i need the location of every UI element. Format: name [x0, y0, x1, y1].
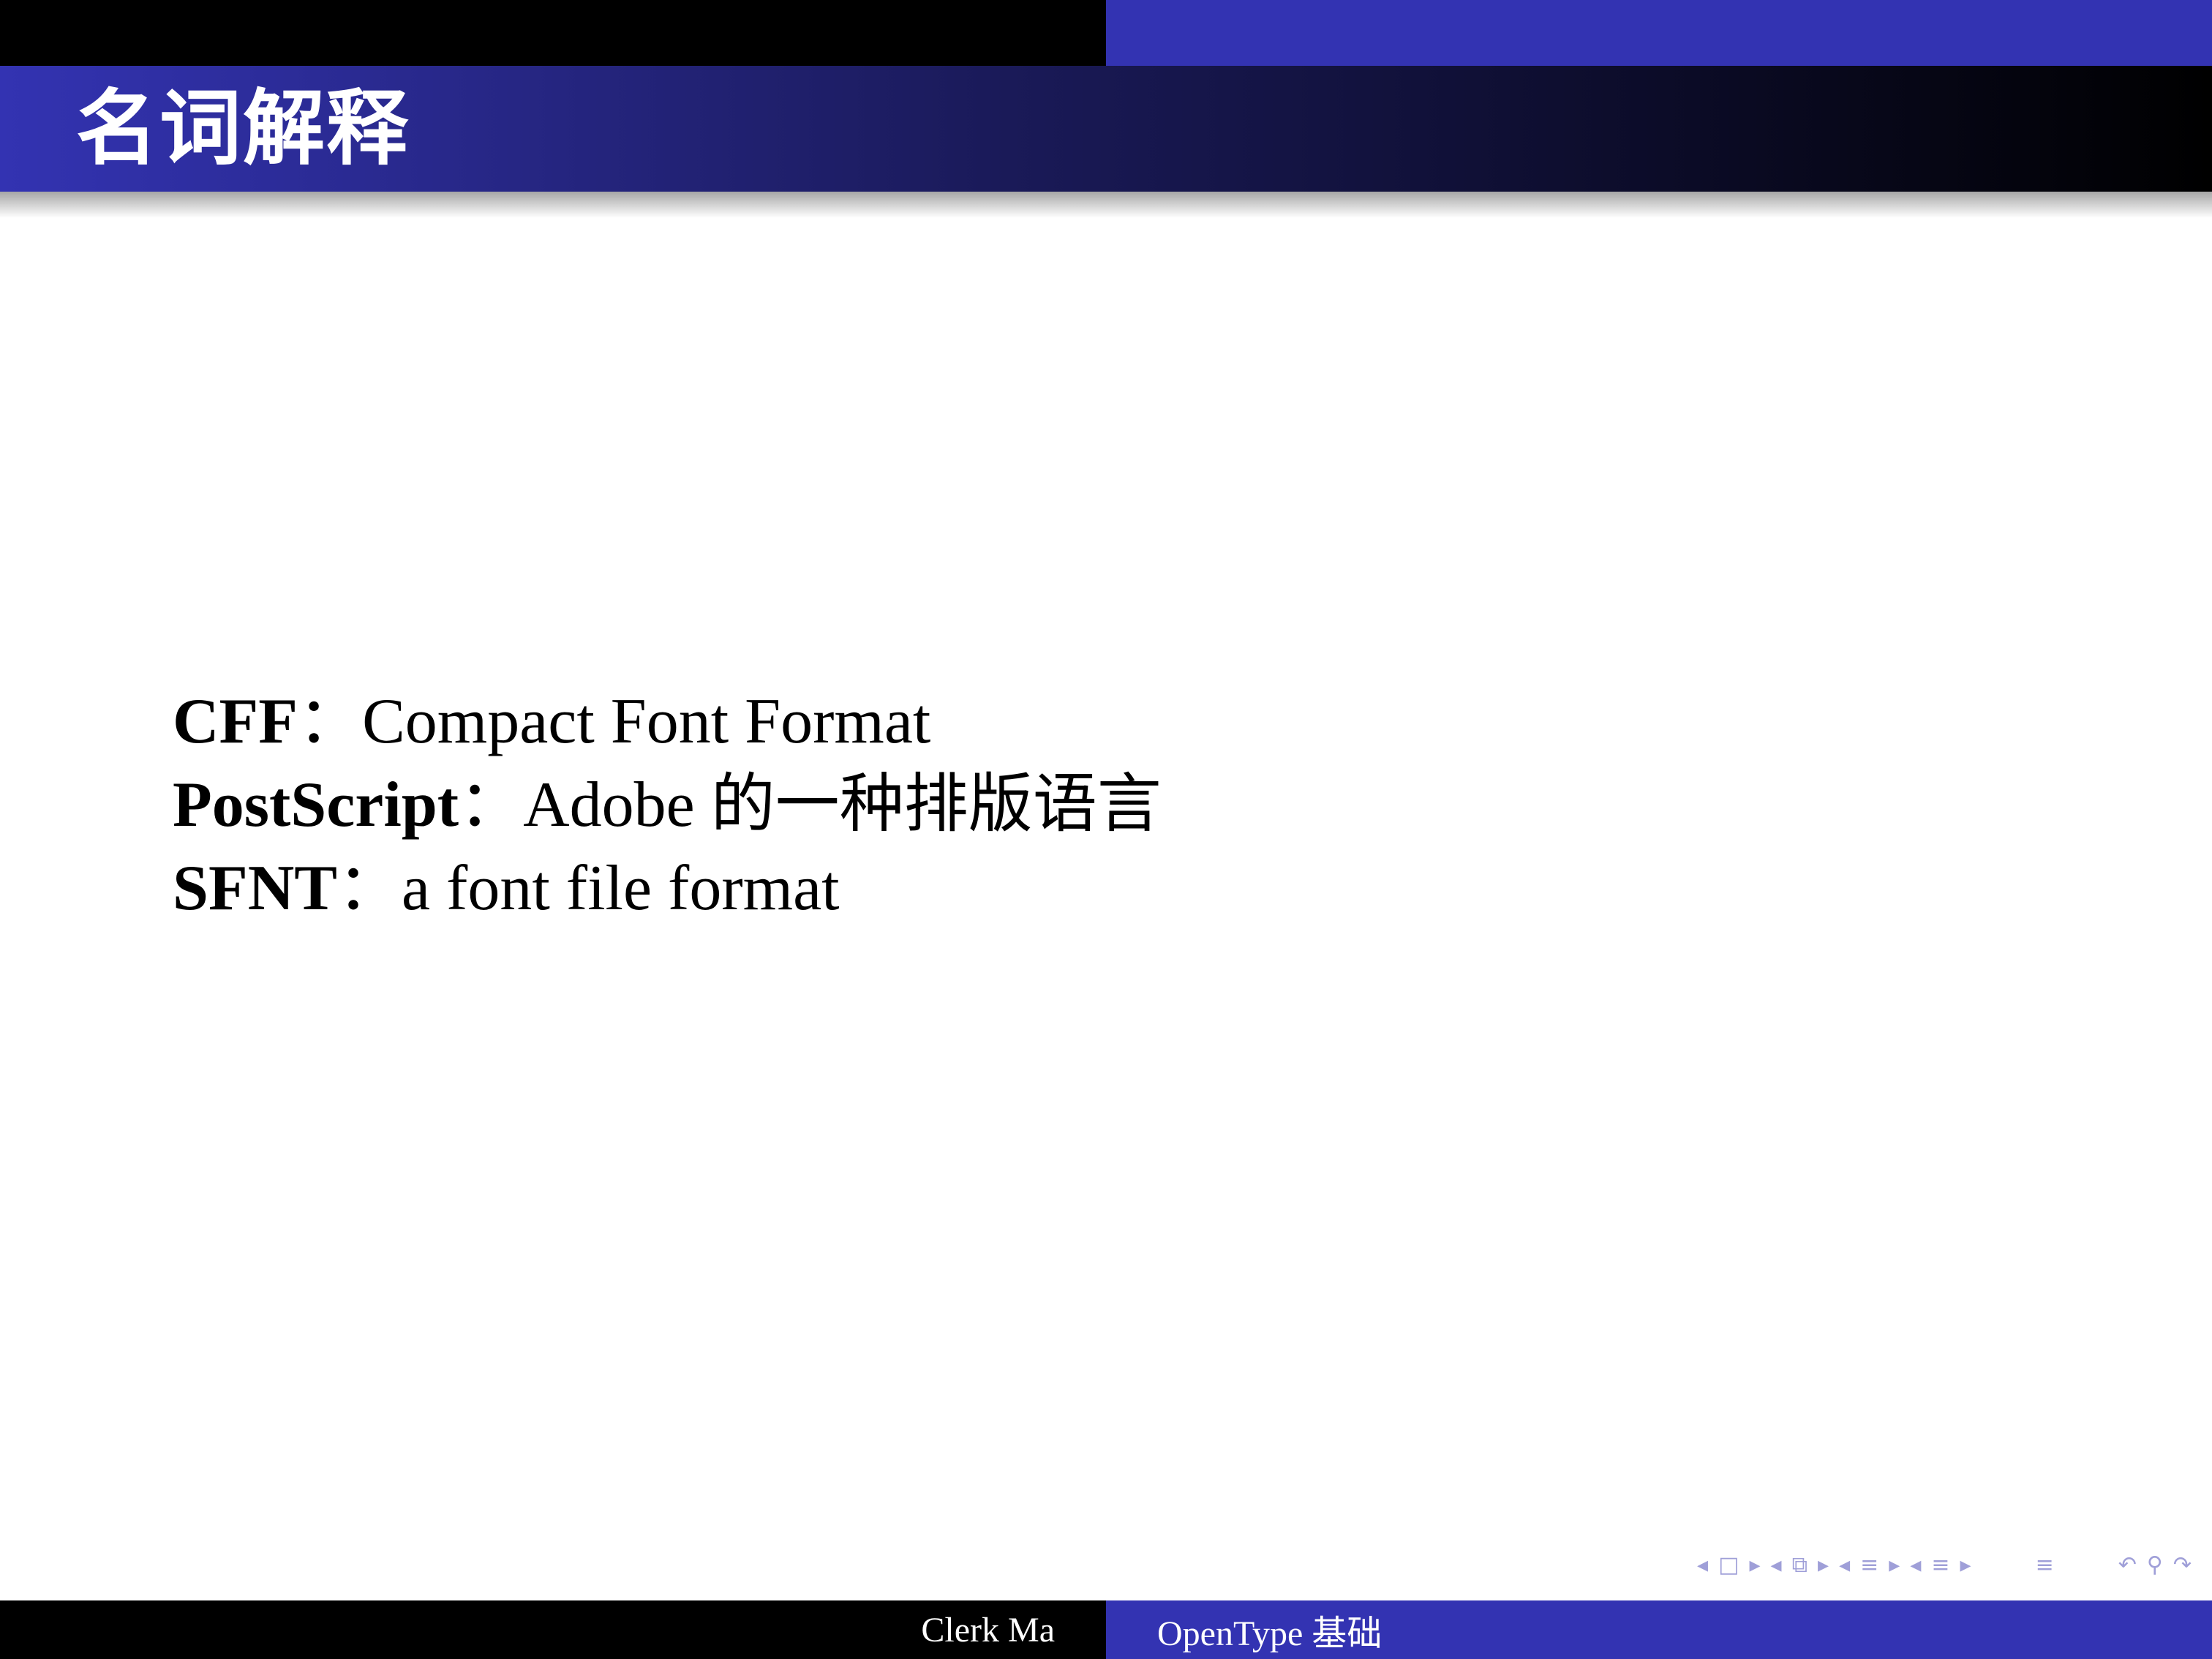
search-icon[interactable]: ⚲	[2147, 1554, 2163, 1576]
definition-separator: ：	[459, 770, 524, 840]
headline-left	[0, 0, 1106, 66]
frame-title-bar: 名词解释	[0, 66, 2212, 192]
back-icon[interactable]: ↶	[2118, 1554, 2137, 1576]
subsection-prev-icon[interactable]: ◂	[1771, 1554, 1782, 1576]
definition-term: PostScript	[173, 770, 459, 840]
definition-term: SFNT	[173, 853, 337, 924]
section-prev-icon[interactable]: ◂	[1839, 1554, 1850, 1576]
frame-title-shadow	[0, 192, 2212, 218]
slide: 名词解释 CFF：Compact Font Format PostScript：…	[0, 0, 2212, 1659]
subsection-icon[interactable]: ⧉	[1792, 1554, 1807, 1576]
section-icon[interactable]: ≡	[1860, 1554, 1878, 1576]
definition-item: SFNT：a font file format	[173, 847, 1162, 930]
footer-title: OpenType 基础	[1106, 1600, 2212, 1659]
appendix-icon[interactable]: ≡	[2036, 1554, 2054, 1576]
definition-item: CFF：Compact Font Format	[173, 680, 1162, 764]
definition-term: CFF	[173, 686, 298, 757]
definition-text: a font file format	[401, 853, 840, 924]
presentation-prev-icon[interactable]: ◂	[1910, 1554, 1921, 1576]
definition-list: CFF：Compact Font Format PostScript：Adobe…	[173, 680, 1162, 930]
frame-next-icon[interactable]: ▸	[1749, 1554, 1760, 1576]
section-next-icon[interactable]: ▸	[1889, 1554, 1900, 1576]
definition-separator: ：	[336, 853, 402, 924]
footline: Clerk Ma OpenType 基础	[0, 1600, 2212, 1659]
definition-text: Compact Font Format	[362, 686, 931, 757]
subsection-next-icon[interactable]: ▸	[1818, 1554, 1829, 1576]
definition-separator: ：	[298, 686, 363, 757]
headline-strip	[0, 0, 2212, 66]
definition-item: PostScript：Adobe 的一种排版语言	[173, 764, 1162, 847]
presentation-icon[interactable]: ≡	[1931, 1554, 1949, 1576]
frame-icon[interactable]: □	[1718, 1554, 1739, 1576]
forward-icon[interactable]: ↷	[2173, 1554, 2192, 1576]
headline-right	[1106, 0, 2212, 66]
footer-author: Clerk Ma	[0, 1600, 1106, 1659]
presentation-next-icon[interactable]: ▸	[1960, 1554, 1971, 1576]
frame-prev-icon[interactable]: ◂	[1697, 1554, 1708, 1576]
navigation-symbols: ◂ □ ▸ ◂ ⧉ ▸ ◂ ≡ ▸ ◂ ≡ ▸ ≡ ↶ ⚲ ↷	[1451, 1551, 2212, 1580]
frame-title: 名词解释	[76, 81, 410, 176]
definition-text: Adobe 的一种排版语言	[523, 770, 1162, 840]
